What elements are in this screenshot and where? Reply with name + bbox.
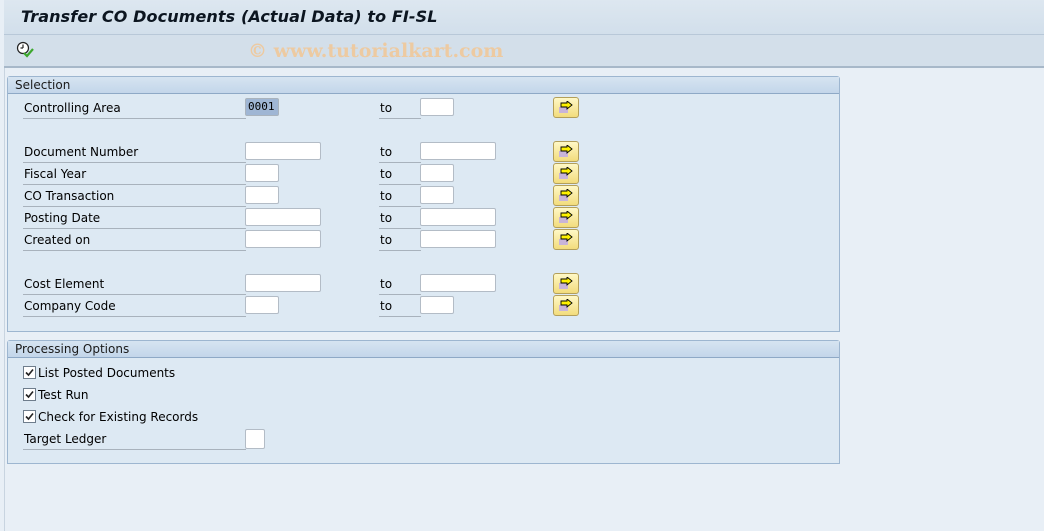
page-title: Transfer CO Documents (Actual Data) to F… (21, 7, 438, 26)
multiple-selection-button[interactable] (553, 97, 579, 118)
select-option-row: Fiscal Year to (8, 163, 839, 185)
co-transaction-from-input[interactable] (245, 186, 279, 204)
to-label: to (379, 275, 421, 295)
processing-options-heading: Processing Options (8, 341, 839, 358)
company-code-from-input[interactable] (245, 296, 279, 314)
field-label: Company Code (23, 297, 246, 317)
multiple-selection-arrow-icon (559, 167, 573, 179)
checkbox-row[interactable]: Test Run (23, 386, 88, 404)
multiple-selection-arrow-icon (559, 211, 573, 223)
fiscal-year-from-input[interactable] (245, 164, 279, 182)
checkmark-icon (25, 412, 34, 421)
field-label: CO Transaction (23, 187, 246, 207)
to-label: to (379, 209, 421, 229)
created-on-from-input[interactable] (245, 230, 321, 248)
multiple-selection-button[interactable] (553, 185, 579, 206)
company-code-to-input[interactable] (420, 296, 454, 314)
to-label: to (379, 143, 421, 163)
field-label: Controlling Area (23, 99, 246, 119)
select-option-row: CO Transaction to (8, 185, 839, 207)
select-option-row: Document Number to (8, 141, 839, 163)
selection-heading: Selection (8, 77, 839, 94)
posting-date-from-input[interactable] (245, 208, 321, 226)
document-number-to-input[interactable] (420, 142, 496, 160)
field-label: Target Ledger (23, 430, 246, 450)
selection-group: Selection Controlling Area 0001 to Docum… (7, 76, 840, 332)
multiple-selection-arrow-icon (559, 299, 573, 311)
check-existing-records-checkbox[interactable] (23, 410, 36, 423)
multiple-selection-arrow-icon (559, 101, 573, 113)
multiple-selection-button[interactable] (553, 229, 579, 250)
field-label: Cost Element (23, 275, 246, 295)
multiple-selection-button[interactable] (553, 295, 579, 316)
controlling-area-from-input[interactable]: 0001 (245, 98, 279, 116)
created-on-to-input[interactable] (420, 230, 496, 248)
posting-date-to-input[interactable] (420, 208, 496, 226)
fiscal-year-to-input[interactable] (420, 164, 454, 182)
test-run-checkbox[interactable] (23, 388, 36, 401)
execute-icon[interactable] (16, 41, 34, 59)
select-option-row: Company Code to (8, 295, 839, 317)
multiple-selection-arrow-icon (559, 145, 573, 157)
target-ledger-row: Target Ledger (8, 429, 839, 450)
checkbox-label: List Posted Documents (38, 366, 176, 380)
select-option-row: Cost Element to (8, 273, 839, 295)
co-transaction-to-input[interactable] (420, 186, 454, 204)
checkbox-label: Check for Existing Records (38, 410, 199, 424)
checkmark-icon (25, 368, 34, 377)
field-label: Document Number (23, 143, 246, 163)
document-number-from-input[interactable] (245, 142, 321, 160)
field-label: Created on (23, 231, 246, 251)
controlling-area-to-input[interactable] (420, 98, 454, 116)
select-option-row: Controlling Area 0001 to (8, 97, 839, 119)
application-toolbar: © www.tutorialkart.com (4, 35, 1044, 68)
multiple-selection-button[interactable] (553, 273, 579, 294)
title-bar: Transfer CO Documents (Actual Data) to F… (4, 0, 1044, 35)
list-posted-documents-checkbox[interactable] (23, 366, 36, 379)
watermark: © www.tutorialkart.com (248, 40, 504, 62)
field-label: Fiscal Year (23, 165, 246, 185)
select-option-row: Posting Date to (8, 207, 839, 229)
multiple-selection-arrow-icon (559, 233, 573, 245)
to-label: to (379, 187, 421, 207)
cost-element-from-input[interactable] (245, 274, 321, 292)
window-edge (4, 0, 5, 531)
target-ledger-input[interactable] (245, 429, 265, 449)
to-label: to (379, 99, 421, 119)
processing-options-group: Processing Options List Posted Documents… (7, 340, 840, 464)
to-label: to (379, 297, 421, 317)
checkbox-row[interactable]: List Posted Documents (23, 364, 175, 382)
multiple-selection-button[interactable] (553, 141, 579, 162)
checkbox-row[interactable]: Check for Existing Records (23, 408, 198, 426)
to-label: to (379, 165, 421, 185)
multiple-selection-arrow-icon (559, 277, 573, 289)
select-option-row: Created on to (8, 229, 839, 251)
checkbox-label: Test Run (38, 388, 89, 402)
multiple-selection-button[interactable] (553, 163, 579, 184)
to-label: to (379, 231, 421, 251)
multiple-selection-arrow-icon (559, 189, 573, 201)
multiple-selection-button[interactable] (553, 207, 579, 228)
cost-element-to-input[interactable] (420, 274, 496, 292)
checkmark-icon (25, 390, 34, 399)
field-label: Posting Date (23, 209, 246, 229)
